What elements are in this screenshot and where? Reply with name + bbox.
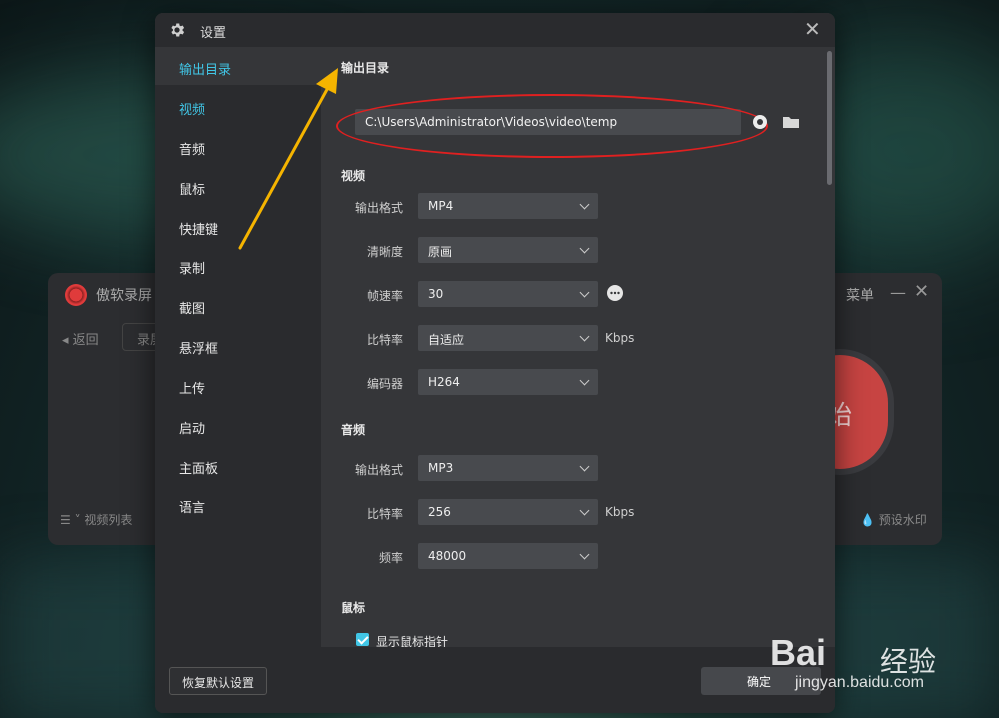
- annotation-arrow: [238, 68, 338, 250]
- chevron-down-icon: [579, 505, 590, 516]
- folder-icon[interactable]: [782, 114, 800, 130]
- preset-watermark-button[interactable]: 💧 预设水印: [860, 511, 927, 528]
- content-scrollbar[interactable]: [827, 51, 832, 185]
- video-encoder-label: 编码器: [366, 377, 403, 391]
- chevron-down-icon: [579, 199, 590, 210]
- audio-format-select[interactable]: MP3: [418, 455, 598, 481]
- video-quality-select[interactable]: 原画: [418, 237, 598, 263]
- sidebar-item-floating[interactable]: 悬浮框: [155, 326, 321, 364]
- video-format-select[interactable]: MP4: [418, 193, 598, 219]
- video-format-label: 输出格式: [354, 201, 403, 215]
- video-quality-label: 清晰度: [366, 245, 403, 259]
- dialog-title: 设置: [200, 26, 227, 41]
- video-framerate-select[interactable]: 30: [418, 281, 598, 307]
- menu-button[interactable]: 菜单: [846, 285, 874, 305]
- watermark-brand: Bai: [770, 632, 827, 673]
- more-options-icon[interactable]: [607, 285, 623, 301]
- close-icon[interactable]: ✕: [914, 281, 929, 302]
- audio-bitrate-unit: Kbps: [605, 505, 635, 519]
- chevron-down-icon: [579, 243, 590, 254]
- annotation-ellipse: [336, 94, 768, 158]
- audio-bitrate-label: 比特率: [366, 507, 403, 521]
- open-location-icon[interactable]: [752, 114, 768, 130]
- sidebar-item-language[interactable]: 语言: [155, 485, 321, 523]
- video-encoder-select[interactable]: H264: [418, 369, 598, 395]
- gear-icon: [171, 23, 185, 37]
- show-pointer-checkbox[interactable]: [356, 633, 369, 646]
- audio-frequency-label: 频率: [378, 551, 403, 565]
- video-bitrate-unit: Kbps: [605, 331, 635, 345]
- chevron-down-icon: [579, 331, 590, 342]
- app-logo-icon: [65, 284, 87, 306]
- sidebar-item-upload[interactable]: 上传: [155, 366, 321, 404]
- reset-defaults-button[interactable]: 恢复默认设置: [169, 667, 267, 695]
- back-button[interactable]: ◂ 返回: [62, 329, 99, 348]
- chevron-down-icon: [579, 549, 590, 560]
- settings-content: 输出目录 视频 输出格式 MP4 清晰度 原画 帧速率 30 比特: [321, 47, 835, 670]
- mouse-section-title: 鼠标: [341, 601, 366, 615]
- chevron-down-icon: [579, 287, 590, 298]
- video-bitrate-select[interactable]: 自适应: [418, 325, 598, 351]
- video-framerate-label: 帧速率: [366, 289, 403, 303]
- audio-section-title: 音频: [341, 423, 366, 437]
- watermark-url: jingyan.baidu.com: [795, 674, 924, 691]
- app-title: 傲软录屏: [96, 288, 152, 304]
- dialog-footer: 恢复默认设置 确定: [155, 647, 835, 713]
- video-bitrate-label: 比特率: [366, 333, 403, 347]
- sidebar-item-startup[interactable]: 启动: [155, 406, 321, 444]
- audio-bitrate-select[interactable]: 256: [418, 499, 598, 525]
- audio-frequency-select[interactable]: 48000: [418, 543, 598, 569]
- sidebar-item-screenshot[interactable]: 截图: [155, 286, 321, 324]
- audio-format-label: 输出格式: [354, 463, 403, 477]
- video-list-button[interactable]: ☰ ˅ 视频列表: [60, 511, 132, 528]
- close-icon[interactable]: ✕: [804, 17, 821, 41]
- dialog-titlebar: 设置 ✕: [155, 13, 835, 47]
- chevron-down-icon: [579, 461, 590, 472]
- chevron-down-icon: [579, 375, 590, 386]
- minimize-icon[interactable]: —: [890, 283, 906, 302]
- sidebar-item-main-panel[interactable]: 主面板: [155, 446, 321, 484]
